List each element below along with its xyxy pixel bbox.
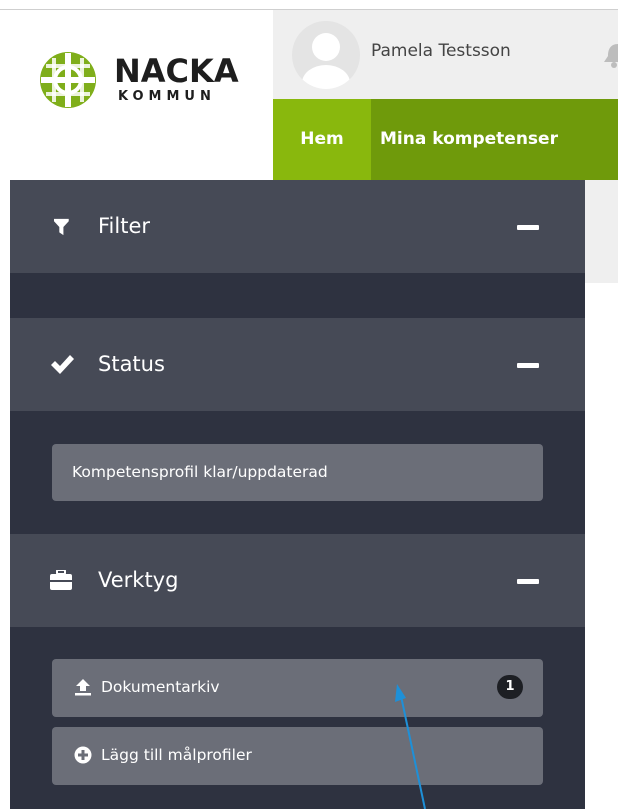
nacka-logo[interactable]: NACKA KOMMUN bbox=[38, 52, 260, 112]
user-silhouette-icon bbox=[302, 33, 350, 89]
filter-section-header[interactable]: Filter bbox=[10, 180, 585, 273]
logo-emblem-icon bbox=[40, 52, 96, 108]
lagg-till-malprofiler-label: Lägg till målprofiler bbox=[101, 746, 252, 764]
nav-item-mina-kompetenser[interactable]: Mina kompetenser bbox=[380, 99, 618, 180]
briefcase-icon bbox=[50, 570, 72, 590]
collapse-filter-icon[interactable] bbox=[517, 225, 539, 230]
nav-item-hem[interactable]: Hem bbox=[273, 99, 371, 180]
content-area bbox=[585, 180, 618, 283]
document-count-badge: 1 bbox=[497, 675, 523, 699]
filter-section-title: Filter bbox=[98, 214, 151, 238]
lagg-till-malprofiler-button[interactable]: Lägg till målprofiler bbox=[52, 727, 543, 785]
bell-icon[interactable] bbox=[600, 40, 618, 70]
check-icon bbox=[51, 355, 74, 374]
logo-text-nacka: NACKA bbox=[114, 52, 239, 90]
collapse-verktyg-icon[interactable] bbox=[517, 579, 539, 584]
dokumentarkiv-button[interactable]: Dokumentarkiv 1 bbox=[52, 659, 543, 717]
dokumentarkiv-label: Dokumentarkiv bbox=[101, 678, 220, 696]
plus-circle-icon bbox=[74, 746, 92, 764]
status-section-title: Status bbox=[98, 352, 165, 376]
upload-icon bbox=[75, 679, 91, 696]
user-avatar[interactable] bbox=[292, 21, 360, 89]
status-section-header[interactable]: Status bbox=[10, 318, 585, 411]
user-name[interactable]: Pamela Testsson bbox=[371, 41, 511, 61]
filter-icon bbox=[54, 218, 69, 236]
kompetensprofil-button[interactable]: Kompetensprofil klar/uppdaterad bbox=[52, 444, 543, 501]
kompetensprofil-label: Kompetensprofil klar/uppdaterad bbox=[72, 463, 328, 481]
logo-text-kommun: KOMMUN bbox=[118, 89, 216, 104]
verktyg-section-header[interactable]: Verktyg bbox=[10, 534, 585, 627]
verktyg-section-title: Verktyg bbox=[98, 568, 179, 592]
collapse-status-icon[interactable] bbox=[517, 363, 539, 368]
